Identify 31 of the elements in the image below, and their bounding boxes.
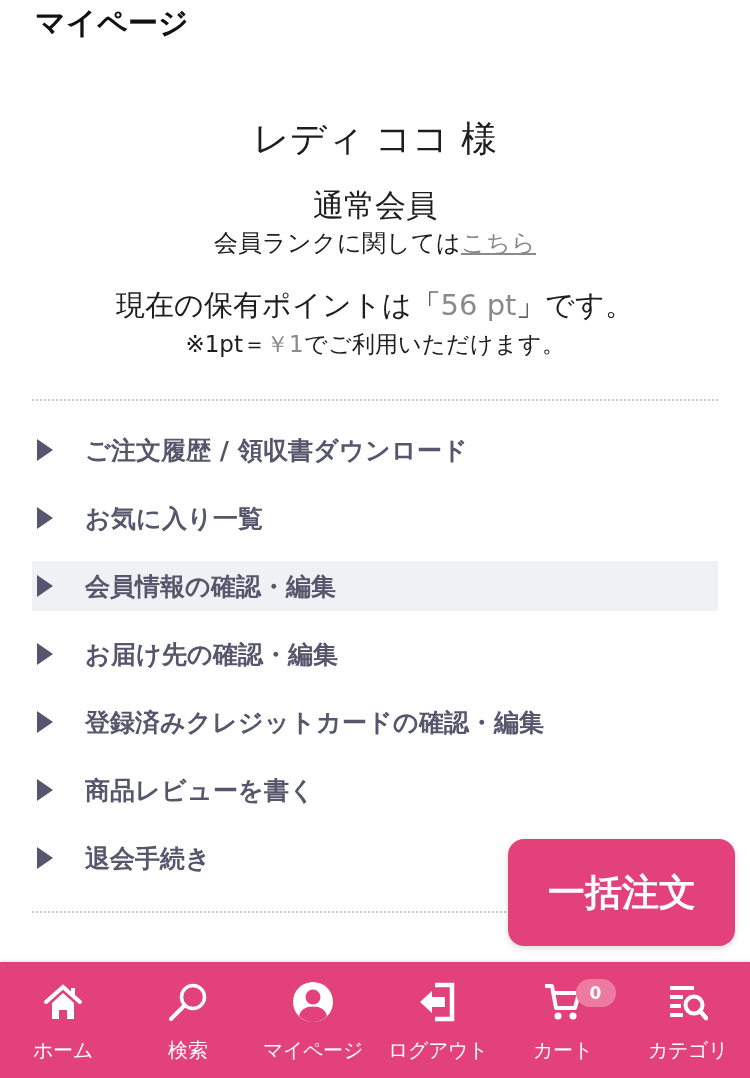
menu-item[interactable]: ご注文履歴 / 領収書ダウンロード <box>32 425 480 475</box>
search-icon <box>167 982 208 1022</box>
triangle-icon <box>37 439 53 461</box>
bulk-order-button[interactable]: 一括注文 <box>508 839 735 946</box>
triangle-icon <box>37 711 53 733</box>
menu-item[interactable]: お届け先の確認・編集 <box>32 629 350 679</box>
points-text: 現在の保有ポイントは「56 pt」です。 <box>115 287 635 324</box>
triangle-icon <box>37 507 53 529</box>
nav-button[interactable]: ログアウト <box>387 982 488 1064</box>
menu-item[interactable]: 会員情報の確認・編集 <box>32 561 718 611</box>
rank-note: 会員ランクに関しては <box>214 229 461 257</box>
menu-item[interactable]: 登録済みクレジットカードの確認・編集 <box>32 697 556 747</box>
triangle-icon <box>37 575 53 597</box>
menu-item[interactable]: お気に入り一覧 <box>32 493 275 543</box>
nav-button[interactable]: マイページ <box>262 982 363 1064</box>
nav-button[interactable]: 検索 <box>167 982 208 1064</box>
nav-button[interactable]: カテゴリ <box>647 982 728 1064</box>
rank-info-link[interactable]: こちら <box>461 229 536 257</box>
triangle-icon <box>37 643 53 665</box>
triangle-icon <box>37 779 53 801</box>
member-name: レディ ココ 様 <box>253 117 497 161</box>
user-icon <box>292 982 333 1022</box>
menu-item[interactable]: 退会手続き <box>32 833 223 883</box>
triangle-icon <box>37 847 53 869</box>
page-title: マイページ <box>34 4 190 42</box>
menu-item[interactable]: 商品レビューを書く <box>32 765 327 815</box>
points-rate-note: ※1pt＝￥1でご利用いただけます。 <box>185 330 565 359</box>
cart-count-badge: 0 <box>575 979 616 1007</box>
home-icon <box>42 982 83 1022</box>
nav-button[interactable]: ホーム <box>32 982 93 1064</box>
member-rank: 通常会員 <box>313 186 437 225</box>
